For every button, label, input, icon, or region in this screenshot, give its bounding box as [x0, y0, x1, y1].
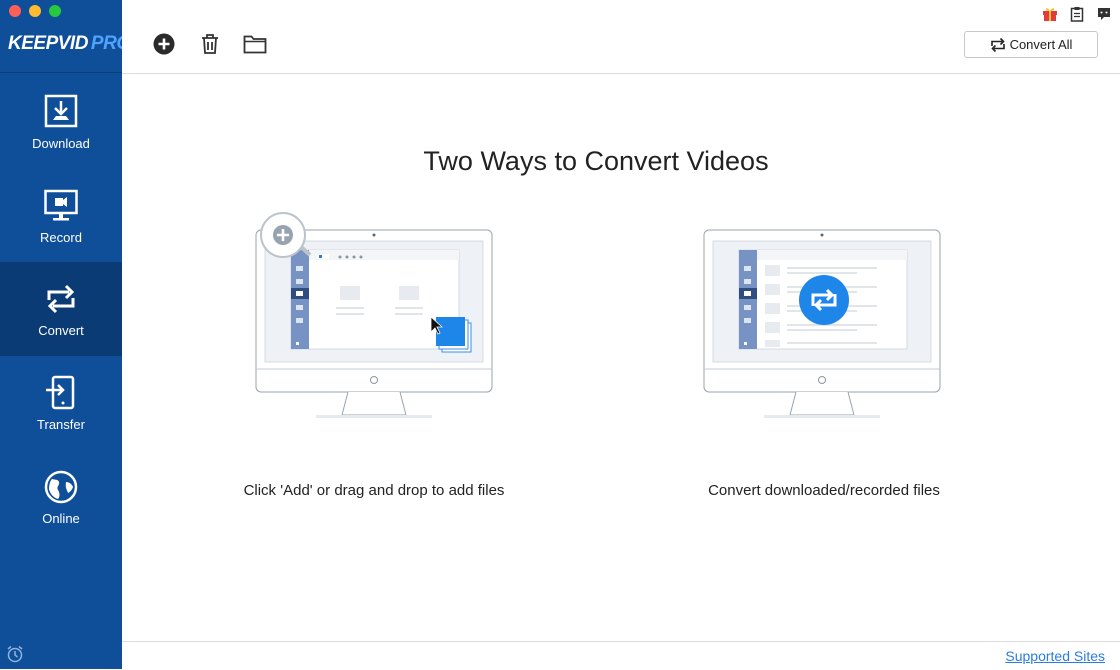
- convert-icon: [47, 284, 75, 314]
- sidebar-item-download[interactable]: Download: [0, 75, 122, 169]
- trash-icon[interactable]: [200, 33, 220, 55]
- transfer-icon: [46, 375, 75, 410]
- record-icon: [44, 189, 78, 221]
- footer: Supported Sites: [122, 641, 1120, 670]
- sidebar-item-label: Convert: [38, 323, 84, 338]
- sidebar-item-record[interactable]: Record: [0, 169, 122, 263]
- logo-divider: [0, 72, 122, 73]
- sidebar-item-label: Transfer: [37, 417, 85, 432]
- download-icon: [44, 94, 78, 128]
- clipboard-icon[interactable]: [1069, 6, 1085, 22]
- sidebar-item-label: Online: [42, 511, 80, 526]
- feedback-icon[interactable]: [1096, 6, 1112, 22]
- sidebar-item-online[interactable]: Online: [0, 450, 122, 544]
- add-files-caption: Click 'Add' or drag and drop to add file…: [243, 482, 505, 499]
- convert-files-illustration: [703, 229, 941, 418]
- window-controls: [9, 5, 61, 17]
- sidebar-item-convert[interactable]: Convert: [0, 262, 122, 356]
- main-area: Convert All Two Ways to Convert Videos C…: [122, 0, 1120, 670]
- sidebar-item-transfer[interactable]: Transfer: [0, 356, 122, 450]
- sidebar-item-label: Record: [40, 230, 82, 245]
- supported-sites-link[interactable]: Supported Sites: [1005, 648, 1105, 664]
- add-files-illustration: [255, 212, 493, 418]
- sidebar-item-label: Download: [32, 136, 90, 151]
- convert-all-button[interactable]: Convert All: [964, 31, 1098, 58]
- toolbar: Convert All: [122, 0, 1120, 74]
- convert-all-label: Convert All: [1009, 37, 1073, 52]
- globe-icon: [44, 470, 78, 504]
- folder-icon[interactable]: [243, 34, 267, 54]
- app-logo: KEEPVID PRO: [8, 33, 131, 54]
- sidebar: KEEPVID PRO Download Record Convert Tran…: [0, 0, 131, 669]
- gift-icon[interactable]: [1042, 6, 1058, 22]
- page-title: Two Ways to Convert Videos: [423, 146, 769, 176]
- alarm-clock-icon[interactable]: [6, 645, 24, 663]
- plus-circle-icon[interactable]: [153, 33, 175, 55]
- minimize-window-button[interactable]: [29, 5, 41, 17]
- convert-icon: [990, 37, 1005, 52]
- zoom-window-button[interactable]: [49, 5, 61, 17]
- top-right-icons: [1042, 6, 1112, 22]
- convert-files-caption: Convert downloaded/recorded files: [708, 482, 940, 499]
- close-window-button[interactable]: [9, 5, 21, 17]
